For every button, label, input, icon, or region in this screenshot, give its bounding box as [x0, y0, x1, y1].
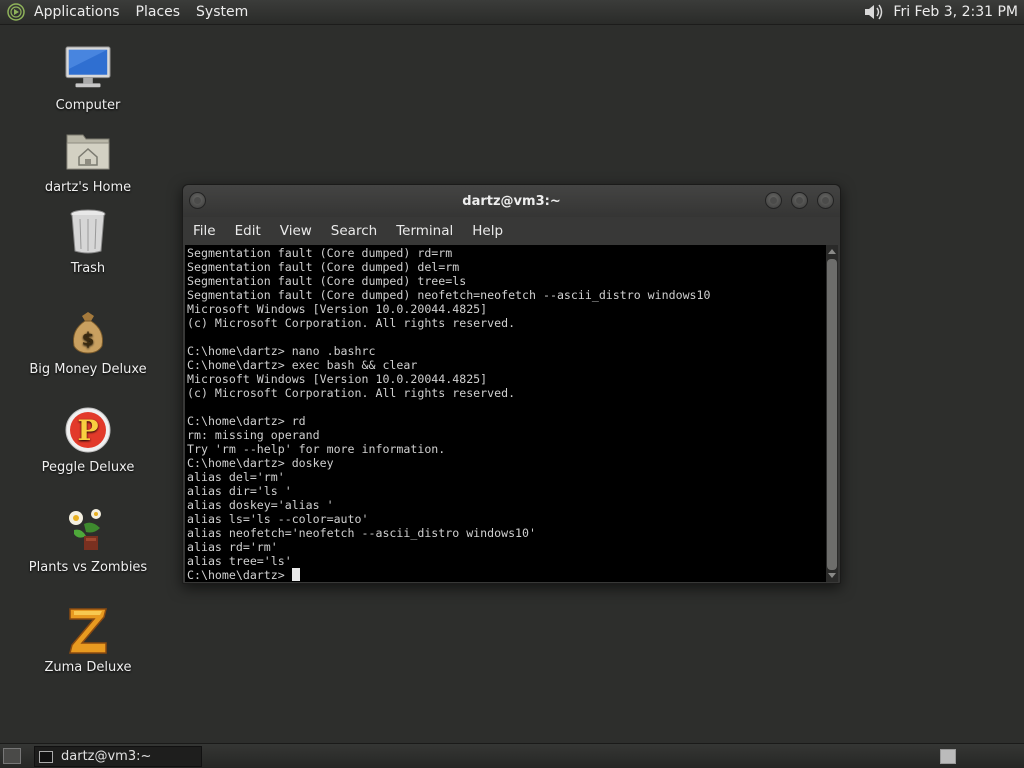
desktop-icon-label: Computer: [55, 98, 121, 113]
terminal-line: alias doskey='alias ': [187, 498, 334, 512]
taskbar-item-terminal[interactable]: dartz@vm3:~: [34, 746, 202, 767]
plants-vs-zombies-icon: [64, 506, 112, 554]
terminal-line: Microsoft Windows [Version 10.0.20044.48…: [187, 302, 488, 316]
desktop-icon-label: Plants vs Zombies: [28, 560, 148, 575]
terminal-line: Try 'rm --help' for more information.: [187, 442, 446, 456]
terminal-cursor: [291, 568, 300, 581]
terminal-line: alias tree='ls': [187, 554, 292, 568]
applications-menu[interactable]: Applications: [34, 4, 120, 20]
terminal-prompt: C:\home\dartz>: [187, 568, 292, 582]
system-menu[interactable]: System: [196, 4, 248, 20]
menu-search[interactable]: Search: [331, 223, 377, 239]
terminal-line: C:\home\dartz> exec bash && clear: [187, 358, 418, 372]
desktop-icon-label: Zuma Deluxe: [44, 660, 132, 675]
terminal-icon: [39, 750, 53, 763]
svg-text:$: $: [82, 329, 95, 350]
maximize-button[interactable]: [791, 192, 808, 209]
desktop-icon-trash[interactable]: Trash: [18, 207, 158, 276]
scrollbar-thumb[interactable]: [827, 259, 837, 570]
bottom-panel: dartz@vm3:~: [0, 743, 1024, 768]
terminal-line: Segmentation fault (Core dumped) neofetc…: [187, 288, 711, 302]
home-folder-icon: [64, 126, 112, 174]
terminal-scrollbar[interactable]: [826, 245, 838, 582]
clock[interactable]: Fri Feb 3, 2:31 PM: [893, 4, 1018, 20]
trash-icon: [64, 207, 112, 255]
terminal-line: alias neofetch='neofetch --ascii_distro …: [187, 526, 537, 540]
desktop-icon-label: Trash: [70, 261, 106, 276]
peggle-icon: P: [64, 406, 112, 454]
terminal-line: alias rd='rm': [187, 540, 278, 554]
workspace-switcher[interactable]: [940, 749, 956, 764]
computer-icon: [64, 44, 112, 92]
menu-terminal[interactable]: Terminal: [396, 223, 453, 239]
terminal-line: (c) Microsoft Corporation. All rights re…: [187, 386, 516, 400]
distro-logo-icon[interactable]: [6, 2, 26, 22]
terminal-line: alias del='rm': [187, 470, 285, 484]
window-menu-button[interactable]: [189, 192, 206, 209]
terminal-line: Segmentation fault (Core dumped) del=rm: [187, 260, 460, 274]
terminal-line: Microsoft Windows [Version 10.0.20044.48…: [187, 372, 488, 386]
terminal-line: C:\home\dartz> doskey: [187, 456, 334, 470]
money-bag-icon: $: [64, 308, 112, 356]
terminal-line: C:\home\dartz> nano .bashrc: [187, 344, 376, 358]
svg-text:P: P: [77, 414, 98, 447]
terminal-line: alias dir='ls ': [187, 484, 292, 498]
desktop-icon-plants-vs-zombies[interactable]: Plants vs Zombies: [18, 506, 158, 575]
window-titlebar[interactable]: dartz@vm3:~: [183, 185, 840, 217]
zuma-icon: [64, 606, 112, 654]
desktop-icon-computer[interactable]: Computer: [18, 44, 158, 113]
desktop-icon-home[interactable]: dartz's Home: [18, 126, 158, 195]
close-button[interactable]: [817, 192, 834, 209]
desktop-icon-big-money[interactable]: $ Big Money Deluxe: [18, 308, 158, 377]
desktop-icon-label: dartz's Home: [44, 180, 132, 195]
terminal-line: (c) Microsoft Corporation. All rights re…: [187, 316, 516, 330]
show-desktop-icon[interactable]: [3, 748, 21, 764]
desktop-icon-label: Big Money Deluxe: [29, 362, 147, 377]
terminal-window[interactable]: dartz@vm3:~ File Edit View Search Termin…: [182, 184, 841, 584]
menu-edit[interactable]: Edit: [235, 223, 261, 239]
minimize-button[interactable]: [765, 192, 782, 209]
desktop-icon-peggle[interactable]: P Peggle Deluxe: [18, 406, 158, 475]
taskbar-item-label: dartz@vm3:~: [61, 749, 152, 764]
menu-file[interactable]: File: [193, 223, 216, 239]
top-panel: Applications Places System Fri Feb 3, 2:…: [0, 0, 1024, 25]
menu-help[interactable]: Help: [472, 223, 503, 239]
terminal-menubar: File Edit View Search Terminal Help: [183, 217, 840, 244]
terminal-line: C:\home\dartz> rd: [187, 414, 306, 428]
terminal-prompt-line[interactable]: C:\home\dartz>: [187, 568, 827, 582]
volume-icon[interactable]: [863, 2, 887, 22]
scroll-up-arrow-icon[interactable]: [828, 249, 836, 254]
desktop-icon-zuma[interactable]: Zuma Deluxe: [18, 606, 158, 675]
scroll-down-arrow-icon[interactable]: [828, 573, 836, 578]
terminal-output[interactable]: Segmentation fault (Core dumped) rd=rm S…: [185, 245, 827, 582]
terminal-line: alias ls='ls --color=auto': [187, 512, 369, 526]
window-title: dartz@vm3:~: [462, 193, 561, 209]
terminal-line: Segmentation fault (Core dumped) rd=rm: [187, 246, 453, 260]
terminal-line: rm: missing operand: [187, 428, 320, 442]
terminal-line: Segmentation fault (Core dumped) tree=ls: [187, 274, 467, 288]
menu-view[interactable]: View: [280, 223, 312, 239]
places-menu[interactable]: Places: [136, 4, 181, 20]
desktop-icon-label: Peggle Deluxe: [41, 460, 135, 475]
